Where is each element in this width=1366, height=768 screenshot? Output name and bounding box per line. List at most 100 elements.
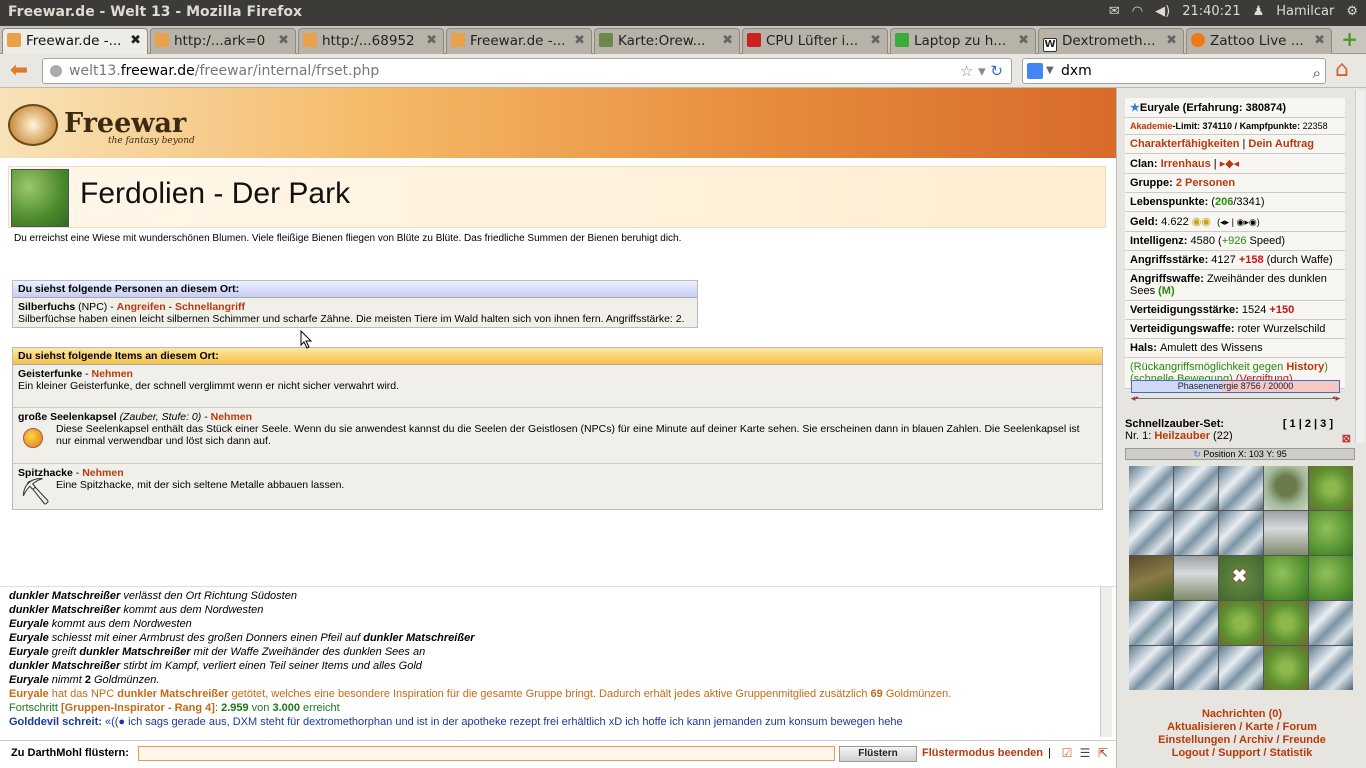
- close-icon[interactable]: ✖: [870, 29, 881, 53]
- tab-karte[interactable]: Karte:Orew... ✖: [594, 28, 740, 54]
- chevron-down-icon[interactable]: ▾: [978, 62, 986, 80]
- set-selector[interactable]: [ 1 | 2 | 3 ]: [1283, 418, 1333, 430]
- search-input[interactable]: dxm: [1061, 63, 1092, 79]
- take-link[interactable]: Nehmen: [82, 467, 123, 479]
- tab-laptop[interactable]: Laptop zu h... ✖: [890, 28, 1036, 54]
- close-icon[interactable]: ✖: [1314, 29, 1325, 53]
- map-tile[interactable]: [1174, 556, 1218, 600]
- chat-scrollbar[interactable]: [1100, 587, 1112, 737]
- search-bar[interactable]: ▼ dxm ⌕: [1022, 58, 1326, 84]
- links-row-1[interactable]: Aktualisieren / Karte / Forum: [1117, 721, 1366, 734]
- new-tab-button[interactable]: +: [1341, 29, 1358, 49]
- map-tile[interactable]: [1219, 511, 1263, 555]
- close-icon[interactable]: ✖: [1018, 29, 1029, 53]
- person-description: Silberfüchse haben einen leicht silberne…: [18, 313, 685, 325]
- close-icon[interactable]: ⊠: [1342, 432, 1351, 445]
- map-tile[interactable]: [1219, 466, 1263, 510]
- right-arrow-icon[interactable]: •▸: [1332, 393, 1340, 404]
- close-icon[interactable]: ✖: [722, 29, 733, 53]
- items-box: Du siehst folgende Items an diesem Ort: …: [12, 347, 1103, 510]
- whisper-button[interactable]: Flüstern: [839, 746, 917, 762]
- history-link[interactable]: History: [1286, 361, 1324, 373]
- close-icon[interactable]: ✖: [278, 29, 289, 53]
- navigation-arrow-bar[interactable]: ◂• •▸: [1131, 393, 1340, 406]
- chat-line: Euryale nimmt 2 Goldmünzen.: [9, 674, 159, 686]
- clan-arrow-icon[interactable]: ▸◆◂: [1220, 158, 1240, 170]
- bookmark-star-icon[interactable]: ☆: [960, 62, 973, 80]
- map-tile[interactable]: [1129, 466, 1173, 510]
- group-link[interactable]: 2 Personen: [1176, 177, 1235, 189]
- links-row-2[interactable]: Einstellungen / Archiv / Freunde: [1117, 734, 1366, 747]
- attack-link[interactable]: Angreifen: [117, 301, 166, 313]
- map-tile[interactable]: [1309, 601, 1353, 645]
- refresh-icon[interactable]: ↻: [1193, 449, 1201, 459]
- url-bar[interactable]: welt13.freewar.de/freewar/internal/frset…: [42, 58, 1012, 84]
- attack-note: (durch Waffe): [1263, 254, 1333, 266]
- char-name[interactable]: Euryale (Erfahrung: 380874): [1140, 102, 1286, 114]
- user-name[interactable]: Hamilcar: [1276, 4, 1334, 19]
- map-tile[interactable]: [1264, 556, 1308, 600]
- tab-http-2[interactable]: http:/...68952 ✖: [298, 28, 444, 54]
- close-icon[interactable]: ✖: [426, 29, 437, 53]
- map-tile[interactable]: [1264, 466, 1308, 510]
- map-tile[interactable]: [1264, 601, 1308, 645]
- chevron-down-icon[interactable]: ▼: [1046, 59, 1054, 83]
- map-tile[interactable]: [1219, 646, 1263, 690]
- wifi-icon[interactable]: ◠: [1132, 4, 1143, 19]
- map-tile[interactable]: [1129, 556, 1173, 600]
- task-link[interactable]: Dein Auftrag: [1248, 138, 1314, 150]
- links-row-3[interactable]: Logout / Support / Statistik: [1117, 747, 1366, 760]
- tab-dextrometh[interactable]: W Dextrometh... ✖: [1038, 28, 1184, 54]
- tab-freewar-2[interactable]: Freewar.de -... ✖: [446, 28, 592, 54]
- google-icon[interactable]: [1027, 63, 1043, 79]
- home-icon[interactable]: ⌂: [1335, 57, 1349, 83]
- tab-cpu[interactable]: CPU Lüfter i... ✖: [742, 28, 888, 54]
- mail-icon[interactable]: ✉: [1109, 4, 1120, 19]
- search-icon[interactable]: ⌕: [1313, 61, 1321, 85]
- int-label: Intelligenz:: [1130, 235, 1191, 247]
- map-tile[interactable]: [1129, 601, 1173, 645]
- gold-transfer-icon[interactable]: (◂▸ | ◉▸◉): [1217, 217, 1260, 227]
- fast-attack-link[interactable]: Schnellangriff: [175, 301, 245, 313]
- close-icon[interactable]: ✖: [130, 29, 141, 53]
- map-tile[interactable]: [1129, 646, 1173, 690]
- list-icon[interactable]: ☰: [1078, 746, 1092, 760]
- map-tile[interactable]: [1219, 601, 1263, 645]
- map-tile[interactable]: [1174, 601, 1218, 645]
- take-link[interactable]: Nehmen: [211, 411, 252, 423]
- heal-spell-link[interactable]: Heilzauber: [1154, 430, 1210, 442]
- clan-link[interactable]: Irrenhaus: [1161, 158, 1211, 170]
- tab-freewar-1[interactable]: Freewar.de -... ✖: [2, 28, 148, 54]
- close-icon[interactable]: ✖: [574, 29, 585, 53]
- akademie-link[interactable]: Akademie: [1130, 121, 1173, 131]
- tab-http-1[interactable]: http:/...ark=0 ✖: [150, 28, 296, 54]
- map-tile[interactable]: [1309, 466, 1353, 510]
- back-arrow-icon[interactable]: ⬅: [6, 58, 32, 84]
- volume-icon[interactable]: ◀): [1155, 4, 1170, 19]
- left-arrow-icon[interactable]: ◂•: [1131, 393, 1139, 404]
- map-tile[interactable]: [1174, 646, 1218, 690]
- abilities-link[interactable]: Charakterfähigkeiten: [1130, 138, 1239, 150]
- map-tile[interactable]: [1264, 511, 1308, 555]
- messages-link[interactable]: Nachrichten (0): [1117, 708, 1366, 721]
- gear-icon[interactable]: ⚙: [1346, 4, 1358, 19]
- map-tile[interactable]: [1309, 556, 1353, 600]
- map-tile-current[interactable]: ✖: [1219, 556, 1263, 600]
- map-tile[interactable]: [1174, 511, 1218, 555]
- map-tile[interactable]: [1264, 646, 1308, 690]
- tab-zattoo[interactable]: Zattoo Live ... ✖: [1186, 28, 1332, 54]
- map-tile[interactable]: [1309, 646, 1353, 690]
- coins-icon: ◉◉: [1191, 216, 1211, 228]
- whisper-input[interactable]: [138, 746, 835, 761]
- clock[interactable]: 21:40:21: [1182, 4, 1240, 19]
- sidebar-scrollbar[interactable]: [1355, 90, 1365, 443]
- checkbox-icon[interactable]: ☑: [1060, 746, 1074, 760]
- map-tile[interactable]: [1129, 511, 1173, 555]
- reload-icon[interactable]: ↻: [990, 62, 1003, 80]
- map-tile[interactable]: [1309, 511, 1353, 555]
- exit-icon[interactable]: ⇱: [1096, 746, 1110, 760]
- map-tile[interactable]: [1174, 466, 1218, 510]
- take-link[interactable]: Nehmen: [92, 368, 133, 380]
- close-icon[interactable]: ✖: [1166, 29, 1177, 53]
- end-whisper-link[interactable]: Flüstermodus beenden: [922, 747, 1043, 759]
